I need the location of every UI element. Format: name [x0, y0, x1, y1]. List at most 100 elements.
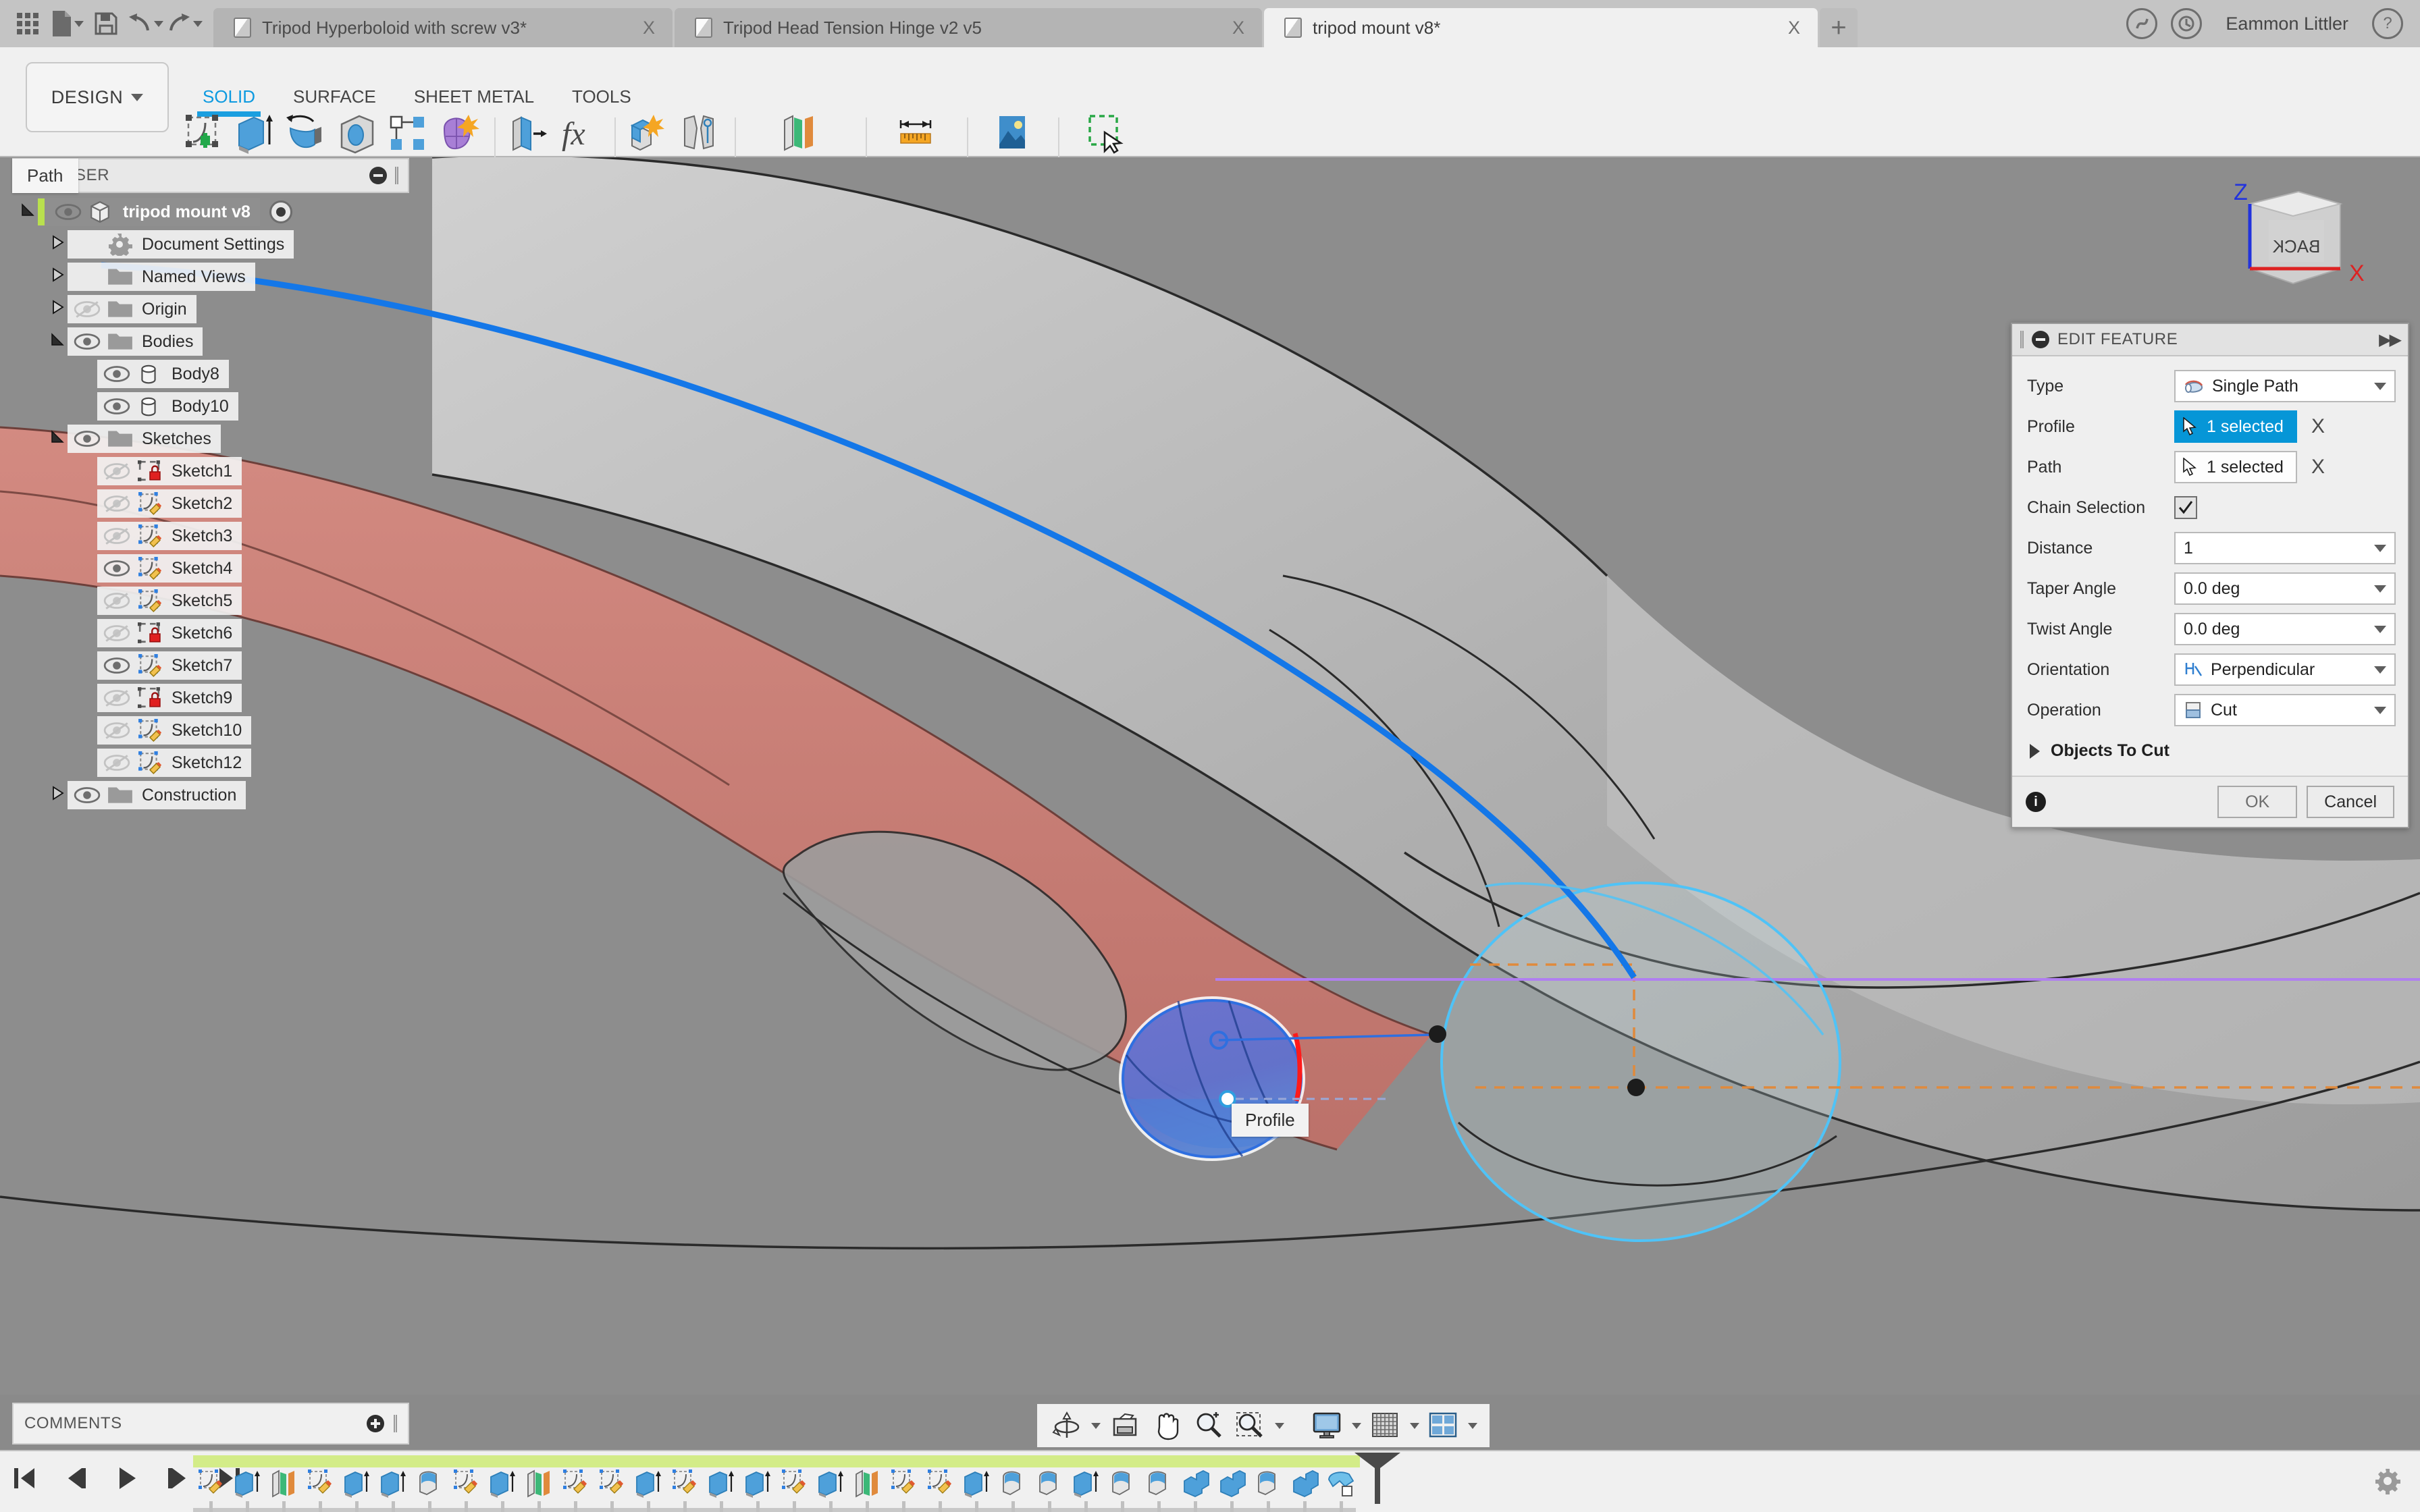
chevron-down-icon[interactable] — [1091, 1422, 1101, 1429]
profile-selection-button[interactable]: 1 selected — [2174, 410, 2297, 443]
tree-item-pill[interactable]: Sketch12 — [97, 749, 252, 777]
tree-twisty[interactable] — [50, 234, 68, 254]
tree-twisty[interactable] — [50, 267, 68, 287]
timeline-feature[interactable] — [488, 1469, 519, 1501]
workspace-switcher-button[interactable]: DESIGN — [26, 62, 169, 132]
new-tab-button[interactable]: + — [1820, 8, 1858, 47]
go-to-beginning-icon[interactable] — [11, 1463, 38, 1493]
timeline-feature[interactable] — [743, 1469, 774, 1501]
visibility-toggle[interactable] — [74, 786, 101, 805]
timeline-end-marker[interactable] — [1375, 1453, 1380, 1504]
document-tab-2[interactable]: Tripod Head Tension Hinge v2 v5 X — [675, 8, 1262, 47]
tree-item-pill[interactable]: Sketch10 — [97, 716, 252, 745]
timeline-feature[interactable] — [232, 1469, 263, 1501]
grid-snaps-icon[interactable] — [1368, 1408, 1403, 1443]
help-icon[interactable]: ? — [2372, 8, 2403, 39]
browser-tree-item[interactable]: Sketch4 — [12, 552, 409, 585]
chevron-down-icon[interactable] — [1352, 1422, 1361, 1429]
timeline-feature[interactable] — [633, 1469, 664, 1501]
add-comment-icon[interactable] — [367, 1415, 384, 1432]
twist-angle-input[interactable]: 0.0 deg — [2174, 613, 2396, 645]
tree-twisty[interactable] — [50, 429, 68, 449]
tree-item-pill[interactable]: Body8 — [97, 360, 229, 388]
play-icon[interactable] — [113, 1463, 140, 1493]
visibility-toggle[interactable] — [74, 300, 101, 319]
insert-image-icon[interactable] — [991, 113, 1033, 162]
timeline-feature[interactable] — [597, 1469, 628, 1501]
browser-tree-item[interactable]: Origin — [12, 293, 409, 325]
tree-item-pill[interactable]: Bodies — [68, 327, 203, 356]
orientation-select[interactable]: Perpendicular — [2174, 653, 2396, 686]
cancel-button[interactable]: Cancel — [2307, 786, 2394, 818]
browser-tree-item[interactable]: Named Views — [12, 261, 409, 293]
tab-tools[interactable]: TOOLS — [553, 86, 650, 117]
tree-item-pill[interactable]: Origin — [68, 295, 196, 323]
browser-tree-item[interactable]: Body8 — [12, 358, 409, 390]
browser-tree-item[interactable]: Sketch5 — [12, 585, 409, 617]
dialog-grip[interactable] — [2020, 331, 2024, 348]
timeline-feature[interactable] — [1107, 1469, 1138, 1501]
comments-grip[interactable] — [394, 1415, 397, 1432]
timeline-track[interactable] — [193, 1451, 2312, 1512]
tree-item-pill[interactable]: Document Settings — [68, 230, 294, 259]
info-icon[interactable]: i — [2026, 792, 2046, 812]
chevron-down-icon[interactable] — [1275, 1422, 1284, 1429]
pan-icon[interactable] — [1149, 1408, 1184, 1443]
browser-tree-item[interactable]: Sketch10 — [12, 714, 409, 747]
timeline-feature[interactable] — [269, 1469, 300, 1501]
tree-item-pill[interactable]: Body10 — [97, 392, 238, 421]
timeline-feature[interactable] — [451, 1469, 482, 1501]
timeline-feature[interactable] — [1290, 1469, 1321, 1501]
hole-icon[interactable] — [336, 113, 378, 162]
timeline-feature[interactable] — [560, 1469, 591, 1501]
browser-tree-item[interactable]: Sketch6 — [12, 617, 409, 649]
tab-solid[interactable]: SOLID — [184, 86, 274, 117]
document-tab-3[interactable]: tripod mount v8* X — [1264, 8, 1818, 47]
display-settings-icon[interactable] — [1310, 1408, 1345, 1443]
clear-path-icon[interactable]: X — [2307, 456, 2330, 479]
clear-profile-icon[interactable]: X — [2307, 415, 2330, 438]
new-sketch-icon[interactable] — [182, 113, 224, 162]
browser-tree-item[interactable]: Sketch7 — [12, 649, 409, 682]
timeline-feature[interactable] — [524, 1469, 555, 1501]
zoom-window-icon[interactable] — [1233, 1408, 1268, 1443]
visibility-toggle[interactable] — [103, 721, 130, 740]
visibility-toggle[interactable] — [55, 202, 82, 221]
app-grid-icon[interactable] — [9, 5, 46, 43]
timeline-feature[interactable] — [196, 1469, 227, 1501]
distance-input[interactable]: 1 — [2174, 532, 2396, 564]
recent-activity-icon[interactable] — [2171, 8, 2203, 39]
orbit-icon[interactable] — [1049, 1408, 1084, 1443]
extrude-icon[interactable] — [234, 113, 275, 162]
viewports-icon[interactable] — [1426, 1408, 1461, 1443]
chain-selection-checkbox[interactable] — [2174, 496, 2197, 519]
change-parameters-icon[interactable]: fx — [559, 113, 601, 162]
timeline-feature[interactable] — [1217, 1469, 1248, 1501]
user-name[interactable]: Eammon Littler — [2211, 14, 2363, 34]
visibility-toggle[interactable] — [103, 624, 130, 643]
browser-tree-item[interactable]: Bodies — [12, 325, 409, 358]
gear-icon[interactable] — [2374, 1467, 2401, 1494]
visibility-toggle[interactable] — [103, 462, 130, 481]
rectangular-pattern-icon[interactable] — [388, 113, 429, 162]
tree-item-pill[interactable]: Sketches — [68, 425, 221, 453]
visibility-toggle[interactable] — [103, 753, 130, 772]
timeline-feature[interactable] — [378, 1469, 409, 1501]
close-icon[interactable]: X — [623, 18, 655, 38]
timeline-feature[interactable] — [1326, 1469, 1357, 1501]
press-pull-icon[interactable] — [508, 113, 550, 162]
tree-item-pill[interactable]: Sketch2 — [97, 489, 242, 518]
tree-item-pill[interactable]: Sketch1 — [97, 457, 242, 485]
tree-item-pill[interactable]: Sketch9 — [97, 684, 242, 712]
view-cube[interactable]: BACK Z X — [2211, 174, 2379, 302]
step-forward-icon[interactable] — [165, 1463, 192, 1493]
tree-item-pill[interactable]: Named Views — [68, 263, 255, 291]
browser-tree-item[interactable]: Sketch12 — [12, 747, 409, 779]
form-icon[interactable] — [439, 113, 481, 162]
visibility-toggle[interactable] — [103, 364, 130, 383]
visibility-toggle[interactable] — [74, 429, 101, 448]
timeline-feature[interactable] — [670, 1469, 701, 1501]
visibility-toggle[interactable] — [103, 559, 130, 578]
tree-twisty[interactable] — [20, 202, 38, 222]
new-document-icon[interactable] — [49, 5, 85, 43]
